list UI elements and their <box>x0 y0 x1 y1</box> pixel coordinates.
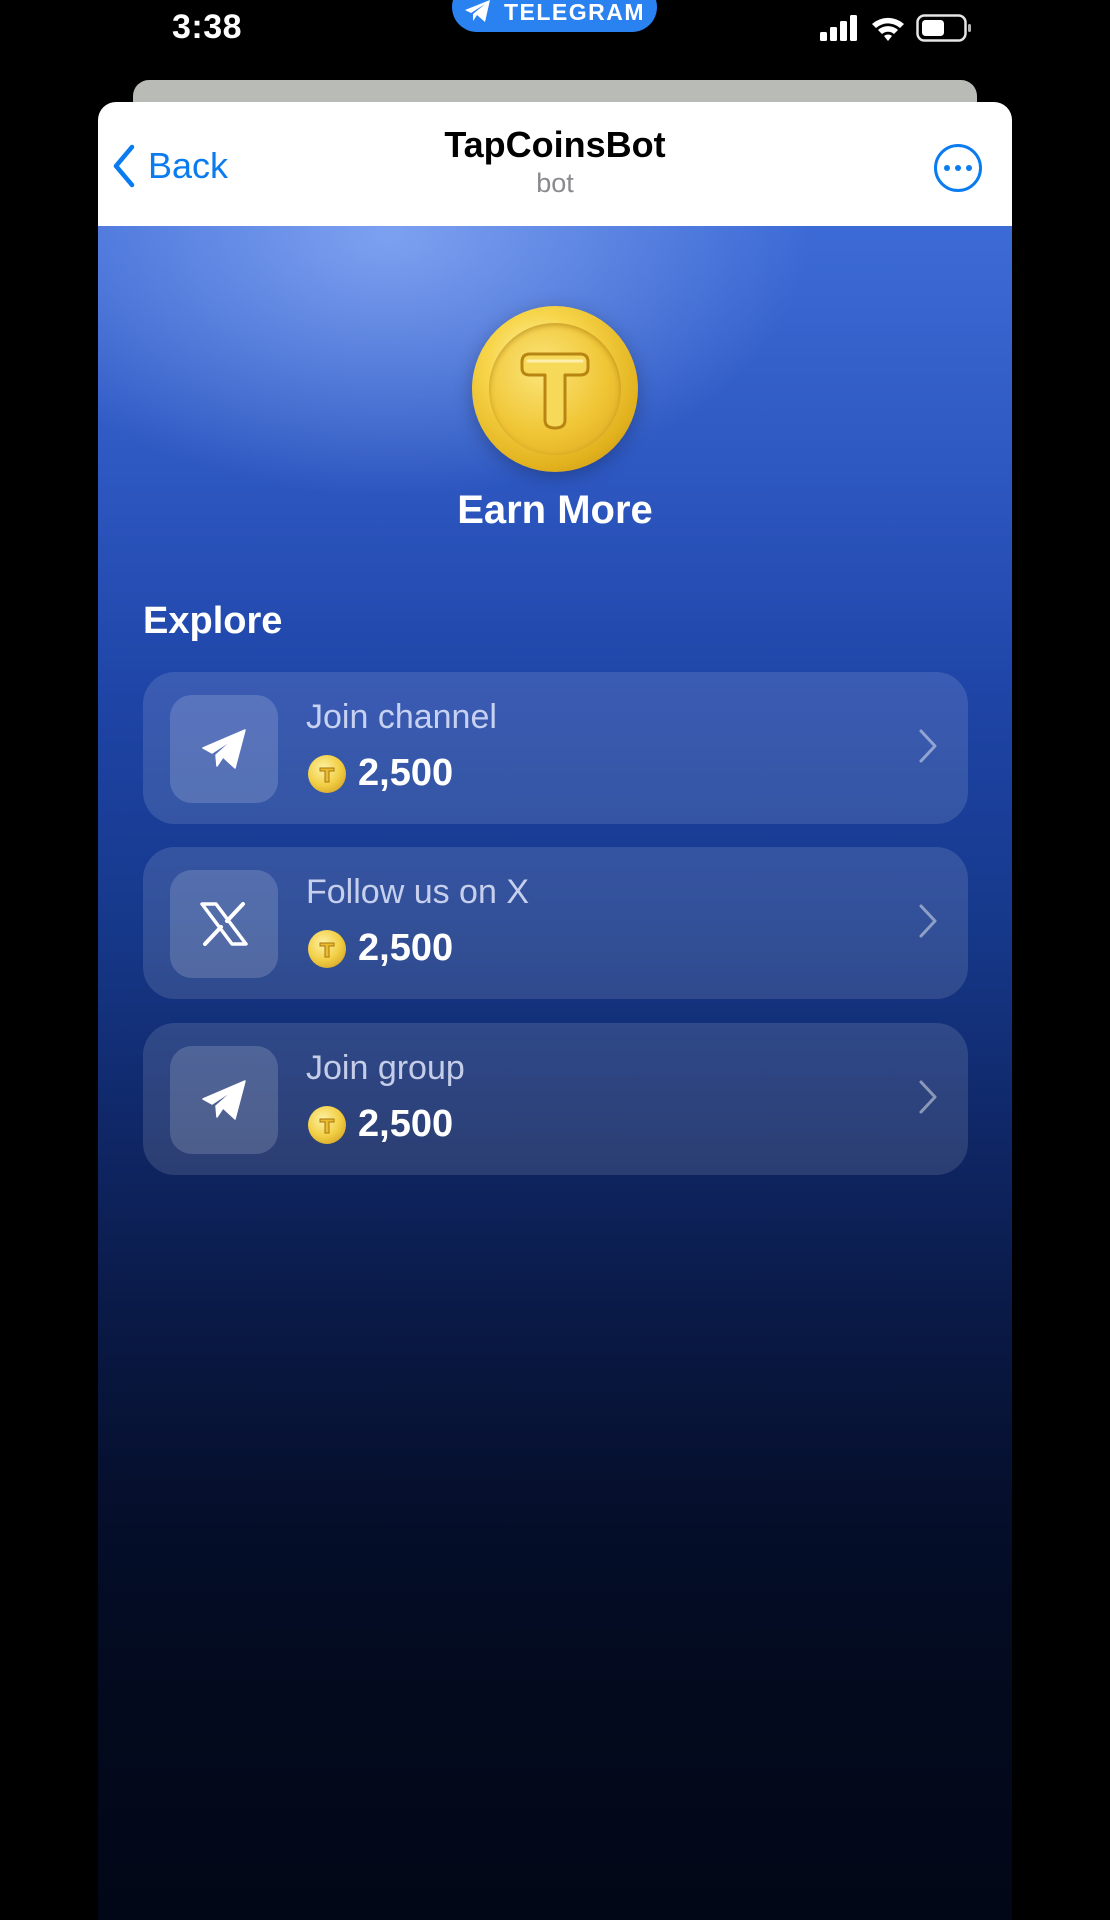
task-label: Join group <box>306 1049 465 1087</box>
task-icon-box <box>170 870 278 978</box>
telegram-pill[interactable]: TELEGRAM <box>452 0 657 32</box>
more-options-icon <box>944 165 950 171</box>
tapcoin-logo-face <box>489 323 621 455</box>
earn-content: Earn More Explore Join channel 2,500 Fol… <box>98 226 1012 1920</box>
status-time: 3:38 <box>172 8 243 46</box>
more-options-dot <box>955 165 961 171</box>
telegram-plane-icon <box>202 1080 246 1120</box>
task-label: Follow us on X <box>306 873 529 911</box>
chevron-right-icon <box>919 729 937 763</box>
battery-icon <box>916 14 971 42</box>
header-title-group: TapCoinsBot bot <box>98 124 1012 199</box>
explore-heading: Explore <box>143 600 283 642</box>
chevron-right-icon <box>919 904 937 938</box>
status-bar: 3:38 TELEGRAM <box>0 0 1110 70</box>
chevron-right-icon <box>919 1080 937 1114</box>
page-title: TapCoinsBot <box>444 124 666 165</box>
reward-amount: 2,500 <box>358 752 454 794</box>
header: Back TapCoinsBot bot <box>98 102 1012 226</box>
coin-icon <box>308 929 346 968</box>
task-join-channel[interactable]: Join channel 2,500 <box>143 672 968 824</box>
more-options-dot <box>966 165 972 171</box>
task-follow-x[interactable]: Follow us on X 2,500 <box>143 847 968 999</box>
task-icon-box <box>170 1046 278 1154</box>
task-reward: 2,500 <box>308 752 453 795</box>
coin-t-glyph <box>319 767 335 782</box>
task-join-group[interactable]: Join group 2,500 <box>143 1023 968 1175</box>
task-label: Join channel <box>306 698 497 736</box>
coin-icon <box>308 754 346 793</box>
telegram-pill-label: TELEGRAM <box>503 0 646 25</box>
x-logo-icon <box>200 902 248 946</box>
mini-app-sheet: Back TapCoinsBot bot Earn More Explore J… <box>98 102 1012 1920</box>
coin-t-glyph <box>319 1118 335 1133</box>
telegram-plane-icon <box>202 729 246 769</box>
task-reward: 2,500 <box>308 1103 453 1146</box>
reward-amount: 2,500 <box>358 1103 454 1145</box>
tapcoin-t-glyph <box>520 352 590 430</box>
task-icon-box <box>170 695 278 803</box>
page-subtitle: bot <box>536 168 574 198</box>
telegram-plane-icon <box>464 0 490 22</box>
coin-icon <box>308 1105 346 1144</box>
reward-amount: 2,500 <box>358 927 454 969</box>
coin-t-glyph <box>319 942 335 957</box>
wifi-icon <box>872 17 904 41</box>
status-icons <box>820 14 972 42</box>
tapcoin-logo-icon <box>472 306 638 472</box>
cellular-signal-icon <box>820 15 857 41</box>
more-options-button[interactable] <box>934 144 982 192</box>
earn-more-title: Earn More <box>457 488 653 532</box>
task-reward: 2,500 <box>308 927 453 970</box>
